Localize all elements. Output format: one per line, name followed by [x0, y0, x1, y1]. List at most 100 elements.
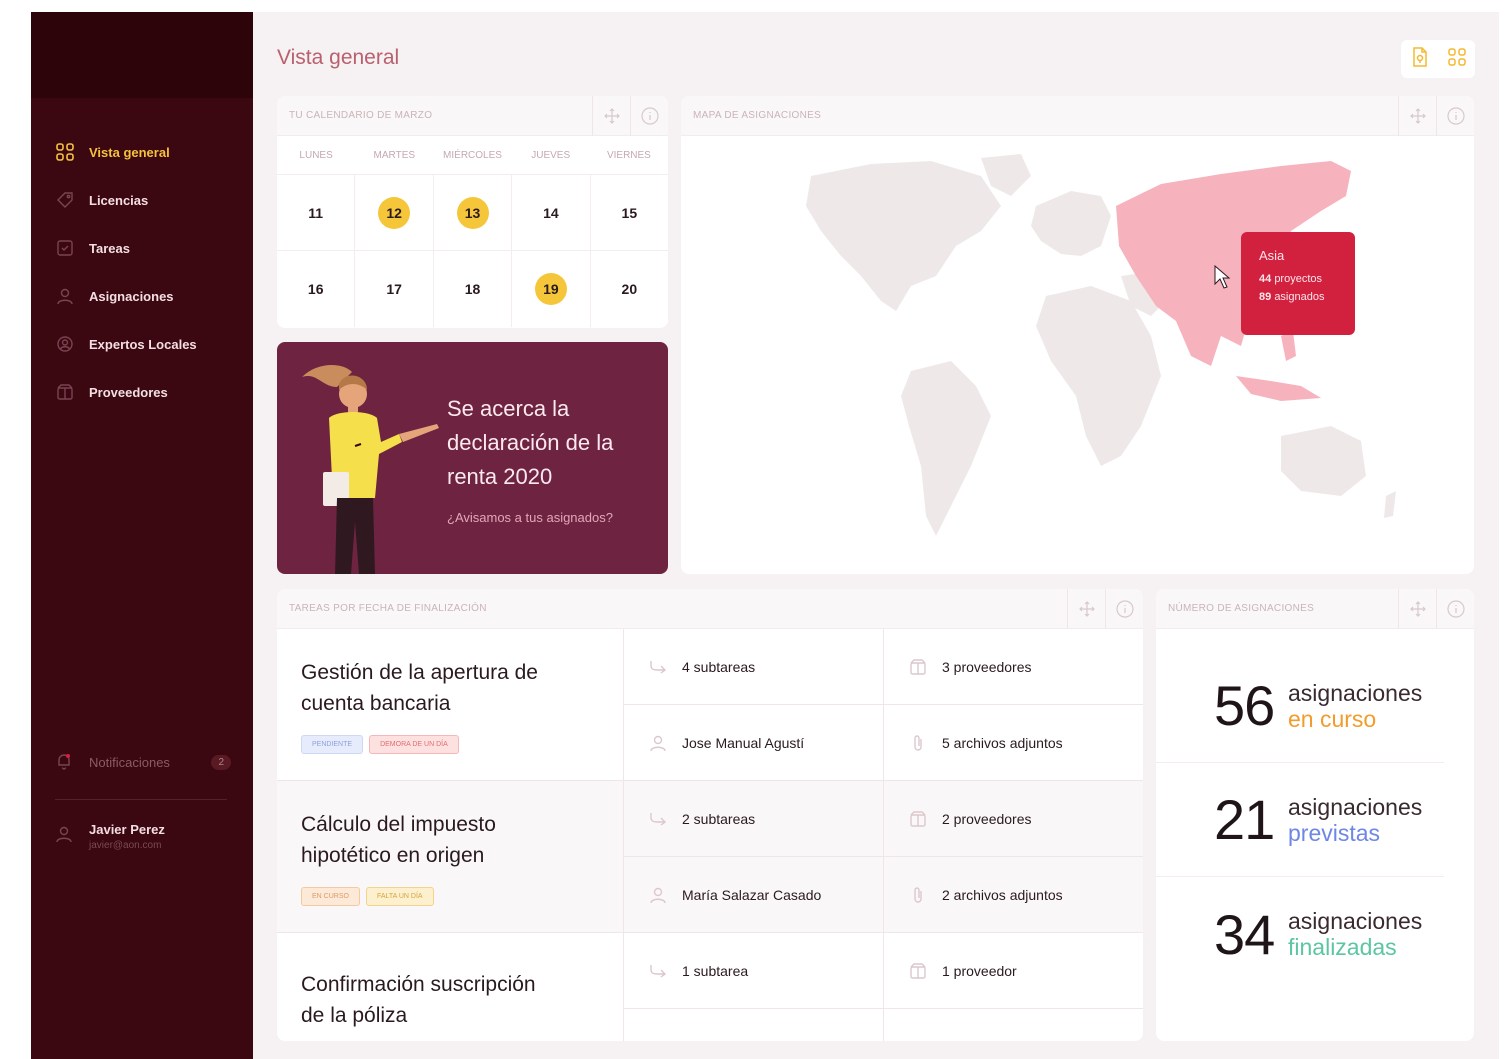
weekday-label: LUNES	[299, 149, 333, 161]
info-icon[interactable]	[1436, 589, 1474, 629]
box-icon	[908, 658, 928, 676]
stat-status: en curso	[1288, 705, 1377, 732]
stat-number: 21	[1214, 788, 1275, 851]
stat-status: previstas	[1288, 819, 1381, 846]
info-icon[interactable]	[1436, 96, 1474, 136]
stats-list: 56 asignaciones en curso 21 asignaciones…	[1156, 629, 1474, 991]
region-africa	[1036, 286, 1161, 466]
calendar-week: 11 12 13 14 15	[277, 174, 668, 251]
stats-card-header: Número de asignaciones	[1156, 589, 1474, 629]
calendar-day-marker: 19	[534, 272, 567, 305]
stat-label: asignaciones	[1288, 793, 1423, 820]
calendar-day-highlighted[interactable]: 12	[355, 174, 434, 251]
sidebar-item-expertos-locales[interactable]: Expertos Locales	[31, 320, 253, 368]
tooltip-assigned-count: 89	[1259, 291, 1272, 303]
subtask-arrow-icon	[648, 660, 668, 674]
user-icon	[648, 734, 668, 752]
task-attachments[interactable]: 2 archivos adjuntos	[884, 857, 1143, 933]
box-icon	[908, 810, 928, 828]
paperclip-icon	[908, 734, 928, 752]
promo-link[interactable]: ¿Avisamos a tus asignados?	[447, 510, 613, 525]
task-details: 4 subtareas 3 proveedores Jose Manual Ag…	[624, 629, 1143, 781]
task-row[interactable]: Confirmación suscripción de la póliza 1 …	[277, 933, 1143, 1041]
task-providers[interactable]: 1 proveedor	[884, 933, 1143, 1009]
task-row[interactable]: Cálculo del impuesto hipotético en orige…	[277, 781, 1143, 933]
grid-layout-icon[interactable]	[1447, 47, 1466, 71]
map-card: Mapa de asignaciones	[681, 96, 1474, 574]
export-document-icon[interactable]	[1411, 46, 1429, 72]
world-map[interactable]	[681, 136, 1474, 574]
calendar-day-marker: 13	[456, 196, 489, 229]
weekday-label: JUEVES	[531, 149, 571, 161]
move-icon[interactable]	[1398, 589, 1436, 629]
info-icon[interactable]	[630, 96, 668, 136]
task-assignee[interactable]	[624, 1009, 884, 1041]
woman-illustration	[302, 365, 439, 574]
calendar-day[interactable]: 14	[512, 174, 591, 251]
task-providers[interactable]: 2 proveedores	[884, 781, 1143, 857]
sidebar-item-label: Asignaciones	[89, 288, 174, 304]
map-title: Mapa de asignaciones	[693, 110, 822, 121]
calendar-day[interactable]: 20	[591, 251, 668, 327]
task-assignee[interactable]: Jose Manual Agustí	[624, 705, 884, 781]
stat-previstas: 21 asignaciones previstas	[1156, 763, 1444, 877]
weekday-label: MIÉRCOLES	[443, 149, 502, 161]
task-subtasks[interactable]: 1 subtarea	[624, 933, 884, 1009]
sidebar-item-proveedores[interactable]: Proveedores	[31, 368, 253, 416]
notifications-item[interactable]: Notificaciones 2	[55, 752, 231, 773]
sidebar-item-tareas[interactable]: Tareas	[31, 224, 253, 272]
page-title: Vista general	[277, 46, 400, 69]
task-row[interactable]: Gestión de la apertura de cuenta bancari…	[277, 629, 1143, 781]
task-attachments[interactable]	[884, 1009, 1143, 1041]
move-icon[interactable]	[1398, 96, 1436, 136]
calendar-day-highlighted[interactable]: 19	[512, 250, 591, 327]
promo-banner: Se acerca la declaración de la renta 202…	[277, 342, 668, 574]
tasks-card-header: Tareas por fecha de finalización	[277, 589, 1143, 629]
task-subtasks[interactable]: 2 subtareas	[624, 781, 884, 857]
task-subtasks[interactable]: 4 subtareas	[624, 629, 884, 705]
stat-number: 34	[1214, 902, 1275, 966]
status-badge: EN CURSO	[301, 887, 360, 906]
region-north-america	[806, 161, 1001, 311]
card-tools	[1398, 96, 1474, 136]
map-tooltip: Asia 44 proyectos 89 asignados	[1241, 232, 1355, 335]
task-providers[interactable]: 3 proveedores	[884, 629, 1143, 705]
sidebar: Vista general Licencias Tareas Asignacio…	[31, 12, 253, 1059]
task-title: Cálculo del impuesto hipotético en orige…	[301, 813, 496, 867]
calendar-day[interactable]: 17	[355, 250, 434, 327]
task-assignee[interactable]: María Salazar Casado	[624, 857, 884, 933]
task-attachments-label: 5 archivos adjuntos	[942, 734, 1063, 751]
due-badge: DEMORA DE UN DÍA	[369, 735, 459, 754]
map-card-header: Mapa de asignaciones	[681, 96, 1474, 136]
info-icon[interactable]	[1105, 589, 1143, 629]
calendar-card: Tu calendario de marzo LUNES MARTES MIÉR…	[277, 96, 668, 328]
sidebar-item-licencias[interactable]: Licencias	[31, 176, 253, 224]
calendar-day[interactable]: 15	[591, 175, 668, 251]
task-summary: Cálculo del impuesto hipotético en orige…	[277, 781, 624, 932]
tooltip-assigned: 89 asignados	[1259, 291, 1355, 303]
sidebar-item-vista-general[interactable]: Vista general	[31, 128, 253, 176]
task-attachments[interactable]: 5 archivos adjuntos	[884, 705, 1143, 781]
tag-icon	[55, 190, 75, 210]
move-icon[interactable]	[592, 96, 630, 136]
task-details: 1 subtarea 1 proveedor	[624, 933, 1143, 1041]
tooltip-projects: 44 proyectos	[1259, 273, 1355, 285]
sidebar-item-asignaciones[interactable]: Asignaciones	[31, 272, 253, 320]
stat-number: 56	[1214, 674, 1275, 737]
task-summary: Gestión de la apertura de cuenta bancari…	[277, 629, 624, 780]
stat-label: asignaciones	[1288, 908, 1423, 934]
task-tags: EN CURSO FALTA UN DÍA	[301, 887, 623, 906]
calendar-day-highlighted[interactable]: 13	[434, 174, 513, 251]
box-icon	[908, 962, 928, 980]
task-subtasks-label: 2 subtareas	[682, 810, 756, 827]
task-summary: Confirmación suscripción de la póliza	[277, 933, 624, 1041]
calendar-day[interactable]: 18	[434, 250, 513, 327]
calendar-day[interactable]: 16	[277, 250, 356, 327]
move-icon[interactable]	[1067, 589, 1105, 629]
calendar-day[interactable]: 11	[277, 174, 356, 251]
calendar-day-marker: 12	[378, 196, 411, 229]
tooltip-assigned-label: asignados	[1274, 291, 1325, 303]
user-profile[interactable]: Javier Perez javier@aon.com	[55, 822, 165, 851]
tooltip-region: Asia	[1259, 248, 1285, 263]
stats-title: Número de asignaciones	[1168, 603, 1315, 614]
